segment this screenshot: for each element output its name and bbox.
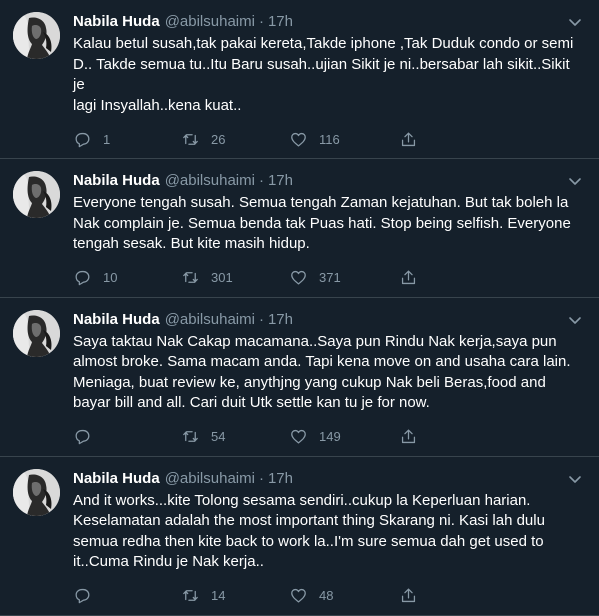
tweet-header: Nabila Huda @abilsuhaimi · 17h: [73, 310, 583, 331]
tweet-text-line: D.. Takde semua tu..Itu Baru susah..ujia…: [73, 55, 570, 94]
reply-button[interactable]: 10: [73, 268, 181, 287]
share-button[interactable]: [399, 427, 439, 446]
tweet[interactable]: Nabila Huda @abilsuhaimi · 17h And it wo…: [0, 457, 599, 616]
tweet-text: Saya taktau Nak Cakap macamana..Saya pun…: [73, 332, 578, 414]
tweet-text-line: And it works...kite Tolong sesama sendir…: [73, 491, 531, 509]
separator-dot: ·: [258, 469, 264, 487]
timestamp[interactable]: 17h: [268, 469, 293, 489]
tweet-text-line: lagi Insyallah..kena kuat..: [73, 96, 242, 114]
action-bar: 54 149: [73, 418, 583, 456]
tweet-text-line: Saya taktau Nak Cakap macamana..Saya pun…: [73, 332, 557, 350]
retweet-icon: [183, 133, 198, 145]
tweet-header: Nabila Huda @abilsuhaimi · 17h: [73, 12, 583, 33]
chevron-down-icon[interactable]: [567, 14, 583, 30]
tweet-text: Everyone tengah susah. Semua tengah Zama…: [73, 193, 578, 255]
retweet-count: 14: [211, 588, 226, 603]
reply-count: 1: [103, 131, 111, 147]
tweet[interactable]: Nabila Huda @abilsuhaimi · 17h Everyone …: [0, 159, 599, 298]
reply-icon: [75, 588, 90, 604]
tweet-text-line: Meniaga, buat review ke, anythjng yang c…: [73, 373, 546, 391]
user-handle[interactable]: @abilsuhaimi: [165, 310, 255, 330]
share-icon: [401, 588, 416, 603]
retweet-count: 26: [211, 131, 226, 147]
like-button[interactable]: 116: [289, 130, 399, 149]
action-bar: 1 26 116: [73, 120, 583, 158]
tweet-text: And it works...kite Tolong sesama sendir…: [73, 491, 578, 573]
avatar[interactable]: [13, 468, 60, 516]
avatar[interactable]: [13, 171, 60, 218]
tweet-header: Nabila Huda @abilsuhaimi · 17h: [73, 171, 583, 192]
heart-icon: [291, 132, 306, 146]
reply-button[interactable]: 1: [73, 130, 181, 149]
retweet-icon: [183, 272, 198, 283]
display-name[interactable]: Nabila Huda: [73, 12, 160, 32]
reply-icon: [75, 270, 90, 286]
retweet-icon: [183, 590, 198, 601]
chevron-down-icon[interactable]: [567, 173, 583, 189]
retweet-button[interactable]: 26: [181, 130, 289, 149]
avatar[interactable]: [13, 12, 60, 59]
heart-icon: [291, 270, 306, 285]
separator-dot: ·: [258, 172, 264, 189]
timestamp[interactable]: 17h: [268, 12, 293, 32]
like-button[interactable]: 371: [289, 268, 399, 287]
heart-icon: [291, 429, 306, 444]
timeline: Nabila Huda @abilsuhaimi · 17h Kalau bet…: [0, 0, 599, 616]
share-icon: [401, 270, 416, 285]
share-button[interactable]: [399, 586, 439, 605]
tweet-text: Kalau betul susah,tak pakai kereta,Takde…: [73, 34, 578, 116]
heart-icon: [291, 588, 306, 603]
action-bar: 10 301 371: [73, 259, 583, 297]
retweet-count: 54: [211, 429, 226, 444]
reply-button[interactable]: [73, 427, 181, 446]
reply-icon: [75, 132, 90, 147]
separator-dot: ·: [258, 310, 264, 328]
reply-count: 10: [103, 270, 118, 285]
like-count: 149: [319, 429, 341, 444]
display-name[interactable]: Nabila Huda: [73, 310, 160, 330]
tweet-text-line: semua redha then kite back to work la..I…: [73, 532, 544, 550]
user-handle[interactable]: @abilsuhaimi: [165, 469, 255, 489]
tweet-text-line: Keselamatan adalah the most important th…: [73, 512, 545, 529]
retweet-button[interactable]: 54: [181, 427, 289, 446]
chevron-down-icon[interactable]: [567, 312, 583, 328]
avatar[interactable]: [13, 309, 60, 357]
tweet[interactable]: Nabila Huda @abilsuhaimi · 17h Kalau bet…: [0, 0, 599, 159]
tweet-text-line: tengah sesak. But kite masih hidup.: [73, 235, 310, 252]
tweet[interactable]: Nabila Huda @abilsuhaimi · 17h Saya takt…: [0, 298, 599, 457]
separator-dot: ·: [258, 13, 264, 30]
user-handle[interactable]: @abilsuhaimi: [165, 171, 255, 191]
like-button[interactable]: 48: [289, 586, 399, 605]
retweet-button[interactable]: 301: [181, 268, 289, 287]
retweet-button[interactable]: 14: [181, 586, 289, 605]
tweet-text-line: bayar bill and all. Cari duit Utk settle…: [73, 394, 430, 411]
tweet-text-line: Nak complain je. Semua benda tak Puas ha…: [73, 214, 571, 232]
like-count: 371: [319, 270, 341, 285]
reply-icon: [75, 429, 90, 445]
share-icon: [401, 429, 416, 444]
tweet-text-line: it..Cuma Rindu je Nak kerja..: [73, 553, 264, 570]
user-handle[interactable]: @abilsuhaimi: [165, 12, 255, 32]
timestamp[interactable]: 17h: [268, 171, 293, 191]
tweet-text-line: Kalau betul susah,tak pakai kereta,Takde…: [73, 35, 574, 52]
tweet-text-line: Everyone tengah susah. Semua tengah Zama…: [73, 194, 569, 211]
chevron-down-icon[interactable]: [567, 471, 583, 487]
like-count: 48: [319, 588, 334, 603]
timestamp[interactable]: 17h: [268, 310, 293, 330]
tweet-text-line: almost broke. Sama macam anda. Tapi kena…: [73, 353, 571, 370]
retweet-count: 301: [211, 270, 233, 285]
like-button[interactable]: 149: [289, 427, 399, 446]
share-button[interactable]: [399, 268, 439, 287]
tweet-header: Nabila Huda @abilsuhaimi · 17h: [73, 469, 583, 490]
display-name[interactable]: Nabila Huda: [73, 469, 160, 489]
action-bar: 14 48: [73, 577, 583, 615]
retweet-icon: [183, 431, 198, 442]
like-count: 116: [319, 131, 340, 147]
reply-button[interactable]: [73, 586, 181, 605]
share-button[interactable]: [399, 130, 439, 149]
display-name[interactable]: Nabila Huda: [73, 171, 160, 191]
share-icon: [401, 132, 416, 146]
